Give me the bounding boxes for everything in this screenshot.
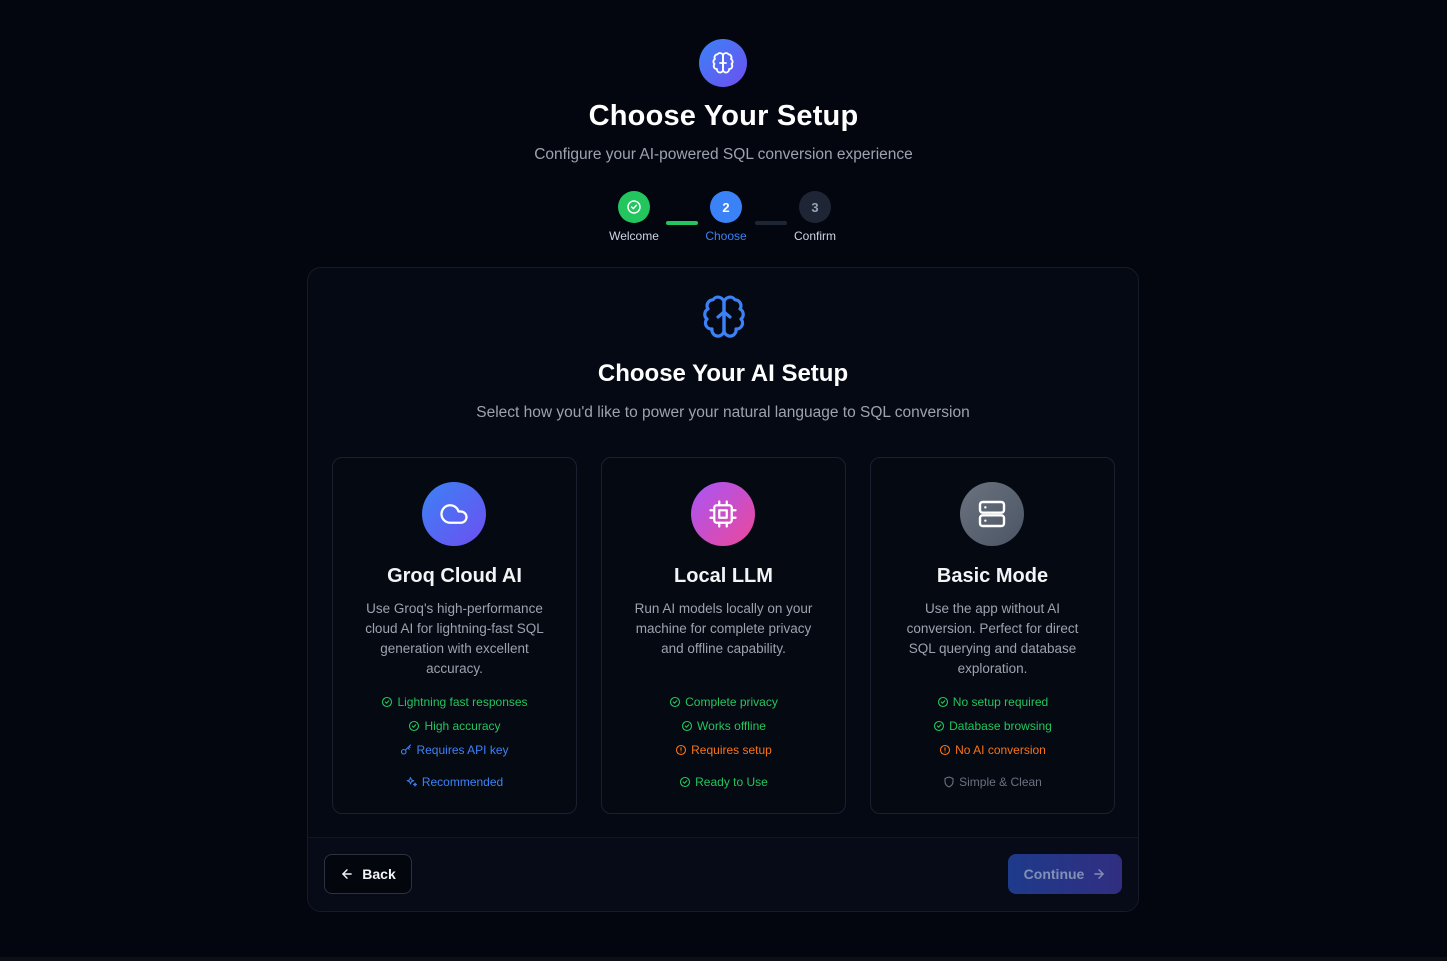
check-circle-icon: [627, 200, 641, 214]
step-number: 2: [710, 191, 742, 223]
badge-text: Recommended: [421, 775, 504, 789]
step-confirm: 3 Confirm: [775, 191, 855, 243]
badge-text: Ready to Use: [695, 775, 768, 789]
step-label: Confirm: [793, 229, 836, 243]
shield-icon: [944, 776, 954, 788]
check-circle-icon: [382, 696, 393, 708]
feature-text: No AI conversion: [955, 743, 1046, 757]
option-description: Use the app without AI conversion. Perfe…: [906, 601, 1079, 676]
option-title: Groq Cloud AI: [387, 565, 522, 587]
cloud-icon: [440, 504, 468, 524]
card-title: Choose Your AI Setup: [597, 360, 849, 387]
brain-icon: [703, 295, 745, 338]
option-badge: Ready to Use: [602, 775, 845, 789]
feature-item: No setup required: [871, 695, 1114, 709]
option-title: Basic Mode: [936, 565, 1049, 587]
feature-item: Works offline: [602, 719, 845, 733]
step-welcome-indicator: [618, 191, 650, 223]
key-icon: [401, 744, 412, 755]
window-bottom-border: [0, 957, 1447, 961]
feature-item: Complete privacy: [602, 695, 845, 709]
feature-item: High accuracy: [333, 719, 576, 733]
check-circle-icon: [934, 720, 945, 732]
page-subtitle: Configure your AI-powered SQL conversion…: [534, 146, 913, 163]
server-icon: [978, 500, 1006, 528]
step-number: 3: [799, 191, 831, 223]
feature-item: Requires API key: [333, 743, 576, 757]
option-badge: Recommended: [333, 775, 576, 789]
step-choose: 2 Choose: [686, 191, 766, 243]
feature-text: Database browsing: [949, 719, 1052, 733]
check-circle-icon: [681, 720, 693, 732]
card-subtitle: Select how you'd like to power your natu…: [476, 404, 970, 421]
feature-item: No AI conversion: [871, 743, 1114, 757]
feature-item: Database browsing: [871, 719, 1114, 733]
option-description: Run AI models locally on your machine fo…: [634, 601, 813, 656]
page-title: Choose Your Setup: [588, 100, 859, 132]
step-label: Welcome: [609, 229, 659, 243]
option-icon: [960, 482, 1024, 546]
alert-circle-icon: [940, 744, 951, 756]
check-circle-icon: [670, 696, 681, 708]
option-description: Use Groq's high-performance cloud AI for…: [365, 601, 544, 676]
app-logo: [699, 39, 747, 87]
check-circle-icon: [937, 696, 948, 708]
setup-page: Choose Your Setup Configure your AI-powe…: [0, 0, 1447, 961]
back-button-label: Back: [362, 866, 396, 882]
feature-item: Lightning fast responses: [333, 695, 576, 709]
alert-circle-icon: [676, 744, 687, 756]
sparkles-icon: [406, 777, 417, 787]
step-label: Choose: [705, 229, 747, 243]
feature-text: Lightning fast responses: [397, 695, 528, 709]
brain-icon: [712, 52, 734, 74]
cpu-icon: [709, 500, 737, 528]
feature-text: Works offline: [697, 719, 766, 733]
setup-card: Choose Your AI Setup Select how you'd li…: [307, 267, 1139, 912]
back-button[interactable]: Back: [324, 854, 412, 894]
check-circle-icon: [409, 720, 420, 732]
step-welcome: Welcome: [594, 191, 674, 243]
option-icon: [422, 482, 486, 546]
continue-button-label: Continue: [1023, 866, 1085, 882]
feature-text: High accuracy: [424, 719, 501, 733]
feature-text: Complete privacy: [685, 695, 778, 709]
option-badge: Simple & Clean: [871, 775, 1114, 789]
option-groq-cloud[interactable]: Groq Cloud AI Use Groq's high-performanc…: [332, 457, 577, 814]
feature-text: No setup required: [952, 695, 1049, 709]
arrow-right-icon: [1094, 869, 1105, 879]
arrow-left-icon: [342, 869, 353, 879]
feature-text: Requires setup: [691, 743, 772, 757]
card-footer: Back Continue: [308, 837, 1138, 911]
option-basic-mode[interactable]: Basic Mode Use the app without AI conver…: [870, 457, 1115, 814]
check-circle-icon: [680, 776, 691, 788]
option-title: Local LLM: [674, 565, 773, 587]
badge-text: Simple & Clean: [959, 775, 1042, 789]
continue-button[interactable]: Continue: [1008, 854, 1122, 894]
option-local-llm[interactable]: Local LLM Run AI models locally on your …: [601, 457, 846, 814]
feature-text: Requires API key: [416, 743, 509, 757]
option-icon: [691, 482, 755, 546]
feature-item: Requires setup: [602, 743, 845, 757]
